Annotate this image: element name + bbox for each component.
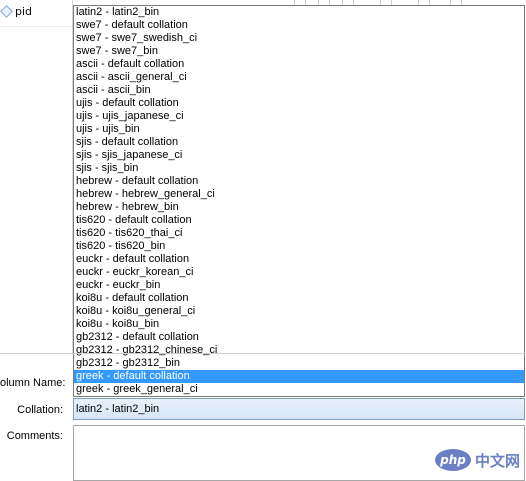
dropdown-option[interactable]: sjis - sjis_japanese_ci (74, 149, 524, 162)
column-name-label: olumn Name: (0, 377, 66, 389)
dropdown-option[interactable]: greek - default collation (74, 370, 524, 383)
column-diamond-icon (0, 4, 13, 18)
dropdown-option[interactable]: koi8u - koi8u_general_ci (74, 305, 524, 318)
dropdown-option[interactable]: ascii - ascii_general_ci (74, 71, 524, 84)
dropdown-option[interactable]: hebrew - hebrew_general_ci (74, 188, 524, 201)
dropdown-option[interactable]: swe7 - swe7_bin (74, 45, 524, 58)
dropdown-option[interactable]: sjis - default collation (74, 136, 524, 149)
dropdown-option[interactable]: euckr - euckr_korean_ci (74, 266, 524, 279)
dropdown-option[interactable]: hebrew - default collation (74, 175, 524, 188)
collation-label: Collation: (17, 404, 63, 416)
dropdown-option[interactable]: latin2 - latin2_bin (74, 6, 524, 19)
form-divider (0, 353, 526, 354)
dropdown-option[interactable]: euckr - default collation (74, 253, 524, 266)
dropdown-option[interactable]: hebrew - hebrew_bin (74, 201, 524, 214)
watermark-text: 中文网 (474, 451, 520, 470)
dropdown-option[interactable]: ujis - ujis_bin (74, 123, 524, 136)
watermark-logo: php 中文网 (434, 447, 520, 473)
dropdown-option[interactable]: ascii - ascii_bin (74, 84, 524, 97)
tree-row-divider (0, 26, 72, 27)
comments-label: Comments: (6, 430, 63, 442)
dropdown-option[interactable]: swe7 - swe7_swedish_ci (74, 32, 524, 45)
dropdown-option[interactable]: greek - greek_general_ci (74, 383, 524, 396)
dropdown-option[interactable]: ujis - default collation (74, 97, 524, 110)
dropdown-option[interactable]: tis620 - tis620_thai_ci (74, 227, 524, 240)
dropdown-option[interactable]: koi8u - koi8u_bin (74, 318, 524, 331)
php-logo-oval: php (434, 449, 471, 471)
dropdown-option[interactable]: euckr - euckr_bin (74, 279, 524, 292)
dropdown-option[interactable]: gb2312 - default collation (74, 331, 524, 344)
dropdown-option[interactable]: ascii - default collation (74, 58, 524, 71)
collation-select[interactable]: latin2 - latin2_bin (73, 398, 525, 420)
dropdown-option[interactable]: swe7 - default collation (74, 19, 524, 32)
dropdown-option[interactable]: gb2312 - gb2312_bin (74, 357, 524, 370)
dropdown-option[interactable]: sjis - sjis_bin (74, 162, 524, 175)
dropdown-option[interactable]: ujis - ujis_japanese_ci (74, 110, 524, 123)
dropdown-option[interactable]: koi8u - default collation (74, 292, 524, 305)
dropdown-option[interactable]: gb2312 - gb2312_chinese_ci (74, 344, 524, 357)
collation-dropdown-list[interactable]: latin2 - latin2_bin swe7 - default collat… (73, 5, 525, 397)
tree-item-label: pid (15, 4, 33, 18)
dropdown-option[interactable]: tis620 - tis620_bin (74, 240, 524, 253)
tree-item-pid[interactable]: pid (0, 2, 32, 20)
dropdown-option[interactable]: tis620 - default collation (74, 214, 524, 227)
